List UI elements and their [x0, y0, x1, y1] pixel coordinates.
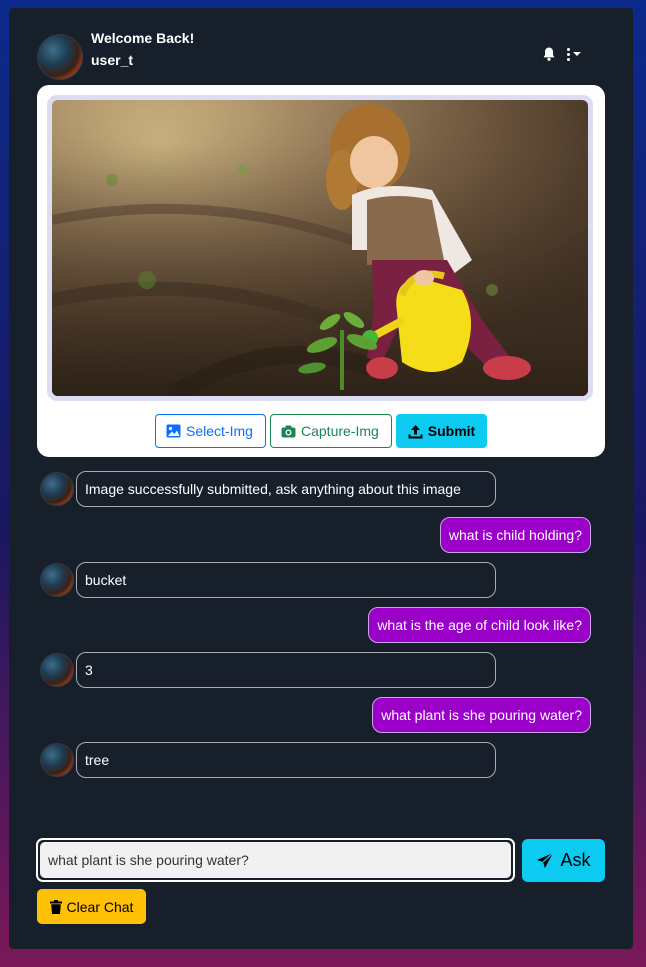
image-preview-frame	[47, 95, 593, 401]
avatar	[40, 653, 74, 687]
user-bubble: what plant is she pouring water?	[372, 697, 591, 733]
ask-label: Ask	[560, 850, 591, 870]
user-bubble: what is the age of child look like?	[368, 607, 591, 643]
select-image-button[interactable]: Select-Img	[155, 414, 266, 448]
username: user_t	[91, 52, 134, 68]
more-menu-button[interactable]	[567, 44, 595, 64]
chevron-down-icon	[573, 52, 581, 56]
capture-image-label: Capture-Img	[301, 423, 379, 439]
camera-icon	[281, 425, 296, 437]
trash-icon	[49, 899, 62, 914]
submit-label: Submit	[427, 423, 476, 439]
clear-chat-label: Clear Chat	[66, 898, 134, 915]
app-panel: Welcome Back! user_t Select-Img Capture-…	[9, 8, 633, 949]
question-input-wrapper	[36, 838, 515, 882]
bot-message: 3	[40, 652, 496, 688]
capture-image-button[interactable]: Capture-Img	[270, 414, 392, 448]
header: Welcome Back! user_t	[37, 30, 597, 90]
select-image-label: Select-Img	[186, 423, 253, 439]
welcome-text: Welcome Back!	[91, 30, 195, 46]
clear-chat-button[interactable]: Clear Chat	[37, 889, 146, 924]
avatar	[37, 34, 83, 80]
bot-bubble: bucket	[76, 562, 496, 598]
bot-message: bucket	[40, 562, 496, 598]
upload-icon	[408, 424, 423, 438]
bot-message: Image successfully submitted, ask anythi…	[40, 471, 496, 507]
question-input[interactable]	[40, 842, 511, 878]
avatar	[40, 472, 74, 506]
bell-icon[interactable]	[541, 46, 557, 62]
user-bubble: what is child holding?	[439, 517, 591, 553]
bot-message: tree	[40, 742, 496, 778]
bot-bubble: Image successfully submitted, ask anythi…	[76, 471, 496, 507]
avatar	[40, 743, 74, 777]
ask-button[interactable]: Ask	[522, 839, 605, 882]
upload-buttons: Select-Img Capture-Img Submit	[155, 414, 487, 448]
avatar	[40, 563, 74, 597]
more-vertical-icon	[567, 47, 570, 61]
bot-bubble: 3	[76, 652, 496, 688]
send-icon	[537, 852, 554, 868]
image-preview	[52, 100, 588, 396]
image-upload-card: Select-Img Capture-Img Submit	[37, 85, 605, 457]
image-icon	[166, 424, 181, 438]
bot-bubble: tree	[76, 742, 496, 778]
submit-button[interactable]: Submit	[396, 414, 487, 448]
